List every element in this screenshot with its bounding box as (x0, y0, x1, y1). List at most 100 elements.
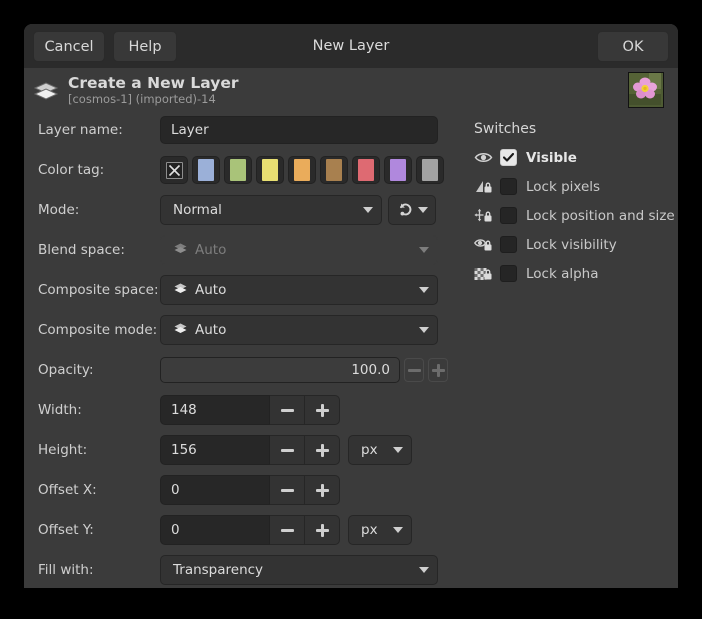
no-color-icon (166, 162, 183, 179)
chevron-down-icon (418, 207, 428, 213)
color-tag-green[interactable] (224, 156, 252, 184)
width-input[interactable]: 148 (160, 395, 270, 425)
fill-with-value: Transparency (173, 562, 263, 578)
image-thumbnail (628, 72, 664, 108)
composite-mode-dropdown[interactable]: Auto (160, 315, 438, 345)
size-unit-dropdown[interactable]: px (348, 435, 412, 465)
color-tag-orange[interactable] (288, 156, 316, 184)
chevron-down-icon (363, 207, 373, 213)
color-tag-red[interactable] (352, 156, 380, 184)
switch-visible[interactable]: Visible (448, 143, 678, 172)
layers-icon (173, 242, 188, 259)
row-mode: Mode: Normal (24, 190, 448, 230)
swatch-violet (390, 159, 406, 181)
color-tag-none[interactable] (160, 156, 188, 184)
composite-mode-value: Auto (195, 322, 226, 338)
color-tag-yellow[interactable] (256, 156, 284, 184)
mode-value: Normal (173, 202, 222, 218)
opacity-increment-button[interactable] (428, 358, 448, 382)
layer-name-input[interactable]: Layer (160, 116, 438, 144)
swatch-blue (198, 159, 214, 181)
minus-icon (281, 449, 294, 452)
row-fill-with: Fill with: Transparency (24, 550, 448, 588)
ok-button[interactable]: OK (597, 31, 669, 62)
lock-pixels-checkbox[interactable] (500, 178, 517, 195)
lock-visibility-checkbox[interactable] (500, 236, 517, 253)
switch-lock-position[interactable]: Lock position and size (448, 201, 678, 230)
lock-alpha-checkbox[interactable] (500, 265, 517, 282)
brush-lock-icon (474, 179, 496, 194)
opacity-slider[interactable]: 100.0 (160, 357, 400, 383)
form-column: Layer name: Layer Color tag: (24, 110, 448, 588)
ok-button-label: OK (623, 39, 644, 55)
lock-pixels-label: Lock pixels (526, 179, 600, 195)
fill-with-dropdown[interactable]: Transparency (160, 555, 438, 585)
plus-icon (432, 364, 445, 377)
width-increment-button[interactable] (305, 395, 340, 425)
lock-position-checkbox[interactable] (500, 207, 517, 224)
height-decrement-button[interactable] (270, 435, 305, 465)
eye-lock-icon (474, 237, 496, 252)
dialog-body: Layer name: Layer Color tag: (24, 110, 678, 588)
banner-text: Create a New Layer [cosmos-1] (imported)… (68, 74, 678, 107)
row-height: Height: 156 px (24, 430, 448, 470)
dialog-titlebar: Cancel Help New Layer OK (24, 24, 678, 68)
switch-lock-visibility[interactable]: Lock visibility (448, 230, 678, 259)
mode-dropdown[interactable]: Normal (160, 195, 382, 225)
offset-unit-dropdown[interactable]: px (348, 515, 412, 545)
plus-icon (316, 404, 329, 417)
color-tag-blue[interactable] (192, 156, 220, 184)
minus-icon (281, 409, 294, 412)
offset-y-decrement-button[interactable] (270, 515, 305, 545)
mode-switch-button[interactable] (388, 195, 436, 225)
row-offset-x: Offset X: 0 (24, 470, 448, 510)
size-unit-value: px (361, 442, 378, 458)
width-label: Width: (38, 402, 160, 418)
dialog-title: New Layer (24, 24, 678, 68)
blend-space-dropdown[interactable]: Auto (160, 235, 438, 265)
opacity-decrement-button[interactable] (404, 358, 424, 382)
offset-y-increment-button[interactable] (305, 515, 340, 545)
layers-icon (173, 282, 188, 299)
visible-label: Visible (526, 150, 577, 166)
swatch-orange (294, 159, 310, 181)
color-tag-violet[interactable] (384, 156, 412, 184)
height-increment-button[interactable] (305, 435, 340, 465)
height-label: Height: (38, 442, 160, 458)
row-blend-space: Blend space: Auto (24, 230, 448, 270)
color-tag-gray[interactable] (416, 156, 444, 184)
offset-x-increment-button[interactable] (305, 475, 340, 505)
composite-space-dropdown[interactable]: Auto (160, 275, 438, 305)
layer-name-label: Layer name: (38, 122, 160, 138)
fill-with-label: Fill with: (38, 562, 160, 578)
new-layer-dialog: Cancel Help New Layer OK Create a New La… (24, 24, 678, 588)
mode-label: Mode: (38, 202, 160, 218)
lock-alpha-label: Lock alpha (526, 266, 599, 282)
offset-x-decrement-button[interactable] (270, 475, 305, 505)
offset-x-label: Offset X: (38, 482, 160, 498)
switch-lock-alpha[interactable]: Lock alpha (448, 259, 678, 288)
lock-visibility-label: Lock visibility (526, 237, 617, 253)
switch-lock-pixels[interactable]: Lock pixels (448, 172, 678, 201)
layers-icon (32, 80, 60, 102)
revert-mode-icon (397, 200, 414, 221)
composite-space-label: Composite space: (38, 282, 160, 298)
opacity-label: Opacity: (38, 362, 160, 378)
minus-icon (281, 489, 294, 492)
visible-checkbox[interactable] (500, 149, 517, 166)
width-decrement-button[interactable] (270, 395, 305, 425)
chevron-down-icon (393, 527, 403, 533)
switches-title: Switches (448, 110, 678, 143)
chevron-down-icon (419, 287, 429, 293)
composite-mode-label: Composite mode: (38, 322, 160, 338)
chevron-down-icon (419, 567, 429, 573)
offset-y-input[interactable]: 0 (160, 515, 270, 545)
checkerboard-lock-icon (474, 266, 496, 281)
height-input[interactable]: 156 (160, 435, 270, 465)
row-composite-mode: Composite mode: Auto (24, 310, 448, 350)
chevron-down-icon (419, 247, 429, 253)
color-tag-brown[interactable] (320, 156, 348, 184)
color-tag-group (160, 156, 444, 184)
color-tag-label: Color tag: (38, 162, 160, 178)
offset-x-input[interactable]: 0 (160, 475, 270, 505)
